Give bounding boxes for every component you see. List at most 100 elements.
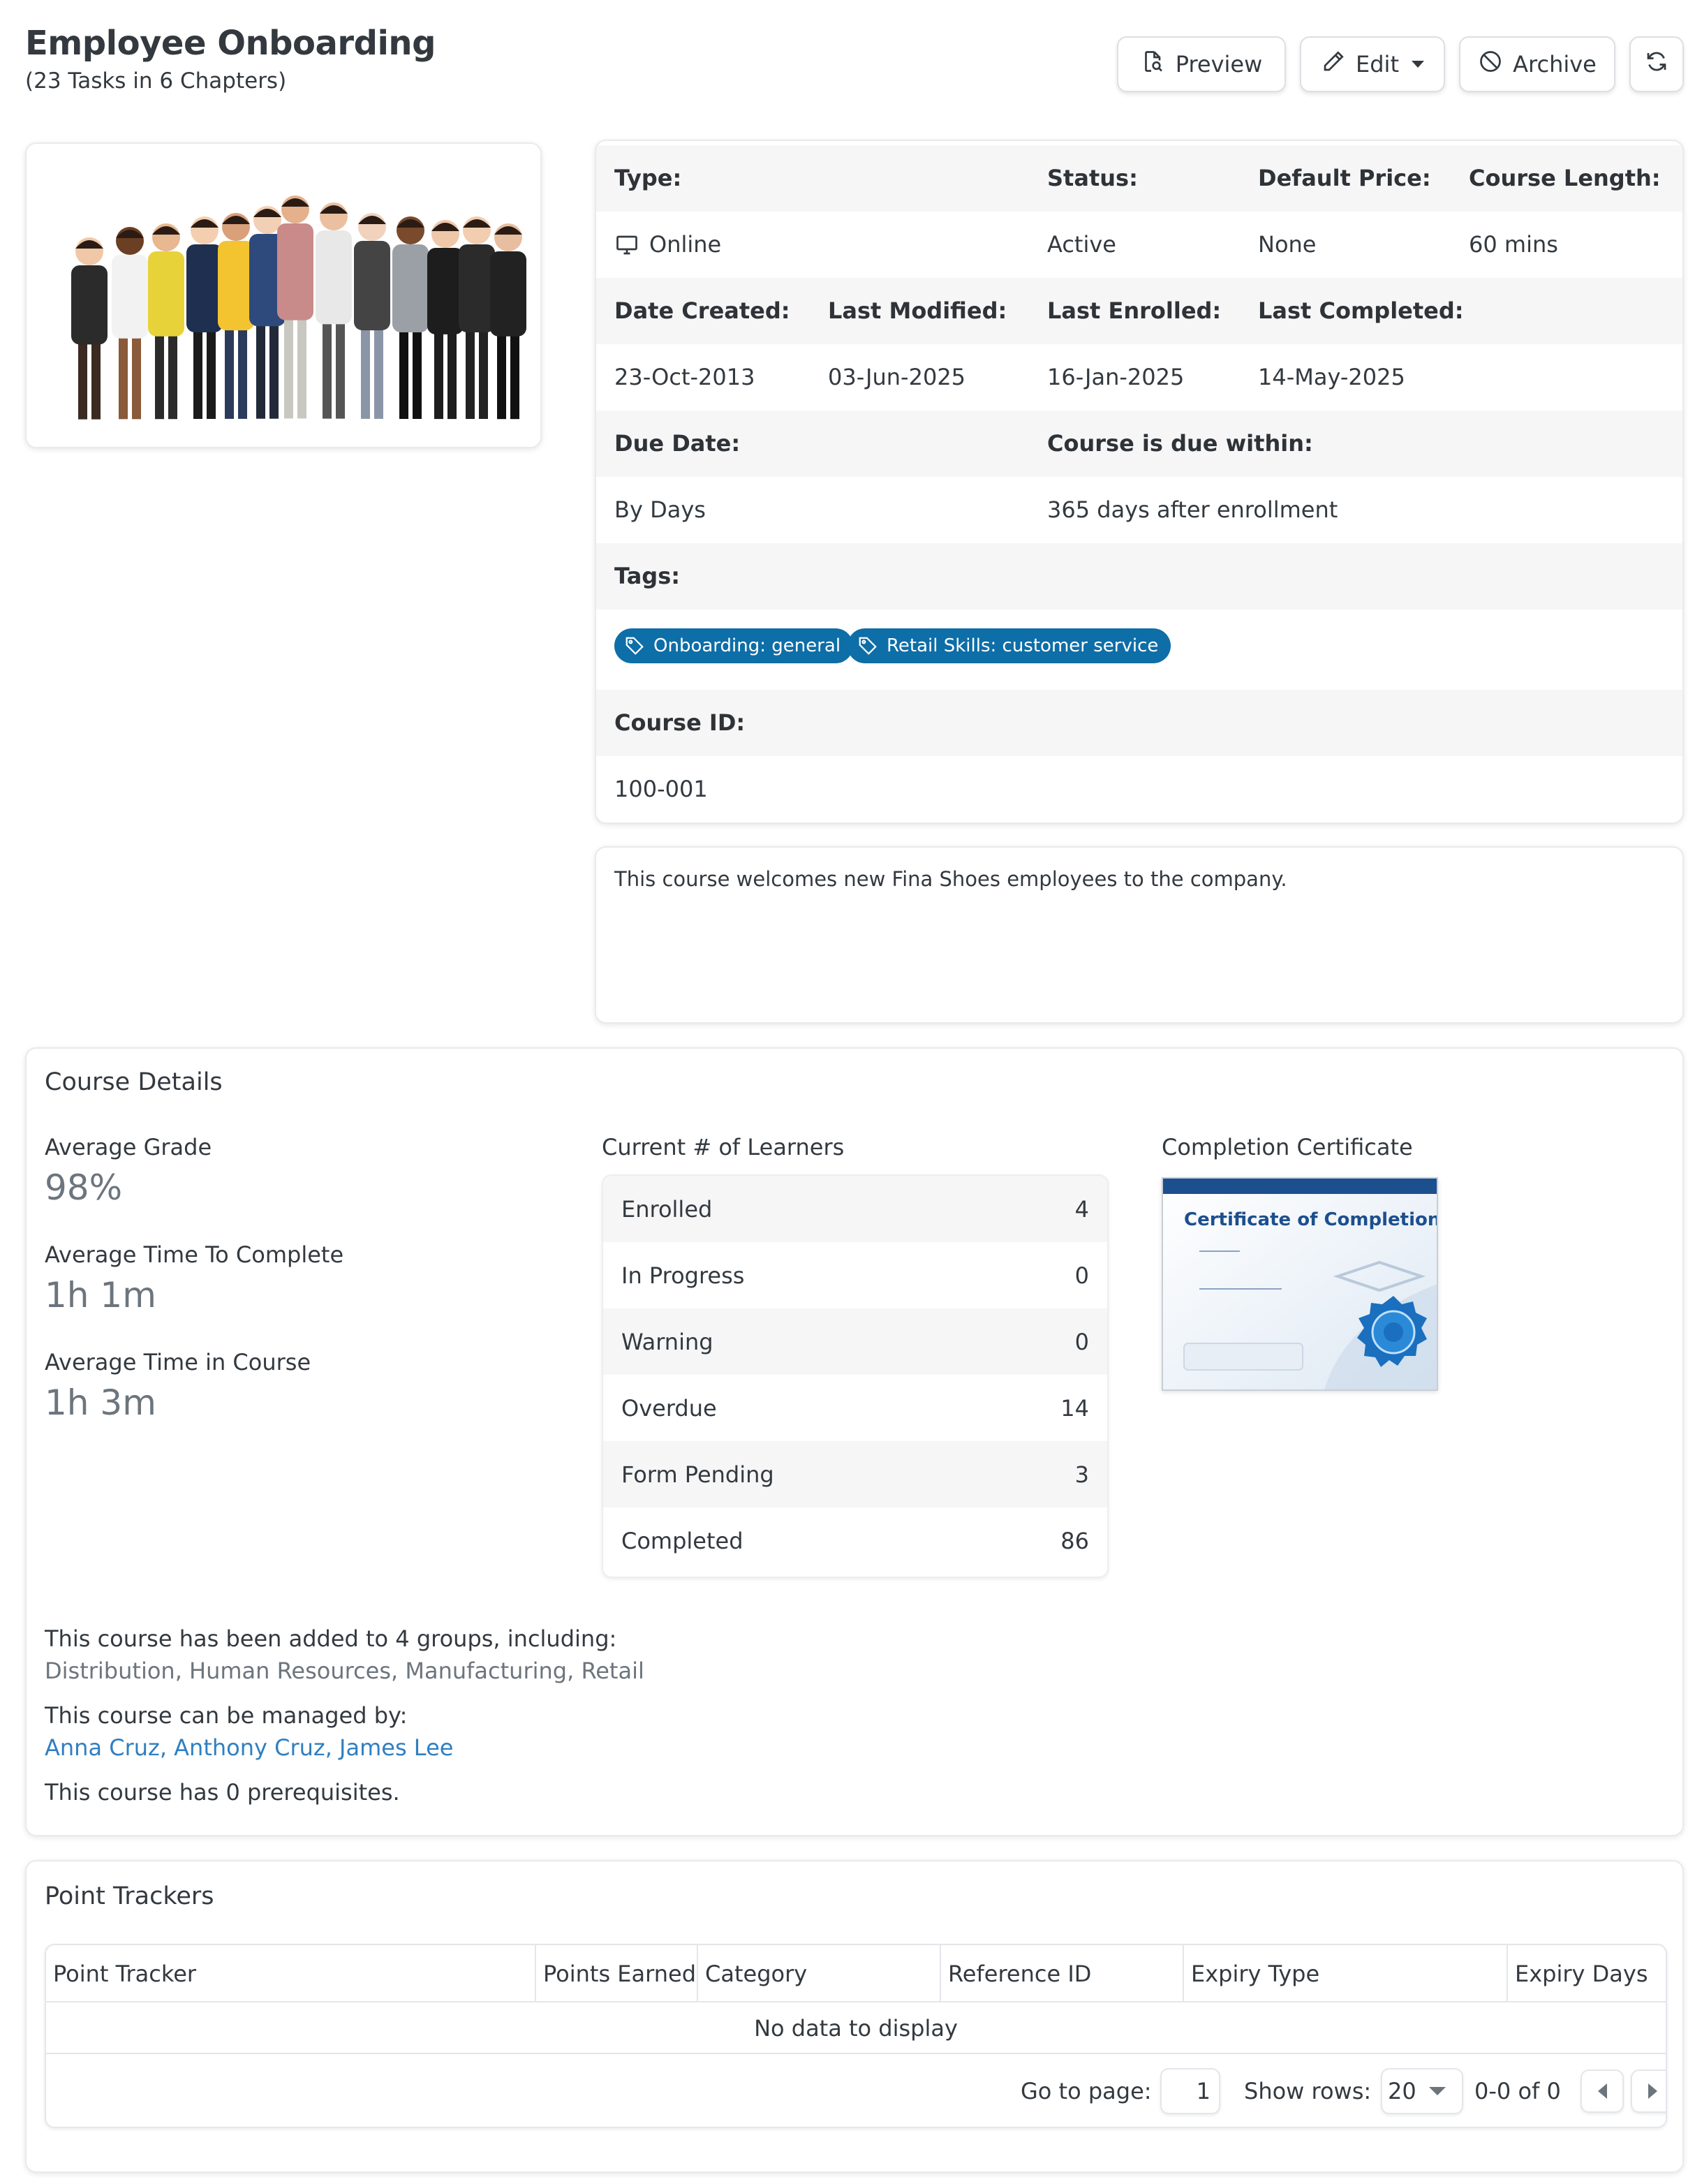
learners-count: 3 [1074, 1461, 1089, 1488]
column-expiry-days[interactable]: Expiry Days [1507, 1945, 1666, 2002]
next-page-button[interactable] [1631, 2069, 1666, 2113]
learners-label: Completed [621, 1527, 743, 1554]
certificate-thumbnail[interactable]: Certificate of Completion [1162, 1177, 1438, 1391]
edit-button[interactable]: Edit [1300, 36, 1445, 92]
info-row-header-1: Type: Status: Default Price: Course Leng… [596, 145, 1682, 212]
course-details-title: Course Details [45, 1068, 223, 1096]
due-value: By Days [614, 496, 706, 523]
refresh-button[interactable] [1629, 36, 1684, 92]
page-title: Employee Onboarding [25, 24, 436, 63]
tag-icon [857, 635, 878, 656]
managers-link[interactable]: Anna Cruz, Anthony Cruz, James Lee [45, 1734, 453, 1761]
modified-value: 03-Jun-2025 [828, 364, 966, 390]
monitor-icon [614, 233, 639, 258]
type-value: Online [614, 212, 721, 278]
learners-row-enrolled[interactable]: Enrolled 4 [603, 1176, 1107, 1242]
type-label: Type: [614, 165, 682, 191]
point-trackers-card: Point Trackers Point Tracker Points Earn… [25, 1860, 1684, 2173]
info-row-values-3: By Days 365 days after enrollment [596, 477, 1682, 543]
info-row-values-1: Online Active None 60 mins [596, 212, 1682, 278]
learners-label: In Progress [621, 1262, 745, 1289]
created-value: 23-Oct-2013 [614, 364, 755, 390]
learners-title: Current # of Learners [602, 1134, 845, 1160]
length-label: Course Length: [1469, 165, 1661, 191]
groups-text: This course has been added to 4 groups, … [45, 1625, 617, 1652]
status-value: Active [1047, 231, 1116, 258]
info-row-header-2: Date Created: Last Modified: Last Enroll… [596, 278, 1682, 344]
managed-text: This course can be managed by: [45, 1702, 408, 1729]
course-image [27, 144, 540, 447]
learners-row-form-pending[interactable]: Form Pending 3 [603, 1441, 1107, 1507]
learners-row-warning[interactable]: Warning 0 [603, 1308, 1107, 1375]
course-image-card [25, 142, 542, 448]
learners-table: Enrolled 4 In Progress 0 Warning 0 Overdue 1… [602, 1174, 1109, 1578]
column-points-earned[interactable]: Points Earned [535, 1945, 697, 2002]
point-trackers-title: Point Trackers [45, 1882, 214, 1910]
empty-table-message: No data to display [46, 2002, 1666, 2054]
avg-time-complete-label: Average Time To Complete [45, 1241, 344, 1268]
enrolled-label: Last Enrolled: [1047, 297, 1222, 324]
learners-count: 0 [1074, 1262, 1089, 1289]
preview-button[interactable]: Preview [1117, 36, 1286, 92]
column-category[interactable]: Category [697, 1945, 940, 2002]
tags-label: Tags: [614, 563, 681, 589]
rows-per-page-value: 20 [1388, 2078, 1416, 2104]
price-value: None [1258, 231, 1317, 258]
avg-time-complete-value: 1h 1m [45, 1275, 156, 1315]
refresh-icon [1644, 49, 1669, 80]
learners-count: 0 [1074, 1328, 1089, 1355]
rows-per-page-select[interactable]: 20 [1381, 2068, 1463, 2114]
tag-retail-skills[interactable]: Retail Skills: customer service [848, 628, 1171, 663]
avg-time-course-value: 1h 3m [45, 1382, 156, 1423]
column-reference-id[interactable]: Reference ID [940, 1945, 1183, 2002]
info-row-course-id: 100-001 [596, 756, 1682, 822]
prev-arrow-icon [1597, 2083, 1607, 2099]
column-expiry-type[interactable]: Expiry Type [1183, 1945, 1507, 2002]
tag-label: Onboarding: general [653, 635, 841, 656]
groups-list: Distribution, Human Resources, Manufactu… [45, 1658, 644, 1684]
learners-label: Warning [621, 1328, 713, 1355]
completed-label: Last Completed: [1258, 297, 1464, 324]
caret-down-icon [1411, 61, 1424, 68]
tag-onboarding-general[interactable]: Onboarding: general [614, 628, 854, 663]
avg-grade-value: 98% [45, 1167, 123, 1208]
next-arrow-icon [1648, 2083, 1657, 2099]
learners-label: Overdue [621, 1394, 717, 1422]
prev-page-button[interactable] [1581, 2069, 1624, 2113]
table-header: Point Tracker Points Earned Category Ref… [46, 1945, 1666, 2002]
status-label: Status: [1047, 165, 1138, 191]
page-number-input[interactable]: 1 [1160, 2068, 1220, 2114]
go-to-page-label: Go to page: [1021, 2078, 1152, 2104]
point-trackers-table: Point Tracker Points Earned Category Ref… [45, 1944, 1667, 2128]
modified-label: Last Modified: [828, 297, 1007, 324]
learners-label: Enrolled [621, 1195, 713, 1223]
due-label: Due Date: [614, 430, 741, 457]
page-range-text: 0-0 of 0 [1474, 2078, 1561, 2104]
price-label: Default Price: [1258, 165, 1431, 191]
show-rows-label: Show rows: [1244, 2078, 1372, 2104]
info-row-course-id-header: Course ID: [596, 690, 1682, 756]
learners-row-in-progress[interactable]: In Progress 0 [603, 1242, 1107, 1308]
prerequisites-text: This course has 0 prerequisites. [45, 1779, 400, 1806]
course-details-card: Course Details Average Grade 98% Average… [25, 1047, 1684, 1836]
avg-time-course-label: Average Time in Course [45, 1349, 311, 1375]
learners-row-overdue[interactable]: Overdue 14 [603, 1375, 1107, 1441]
completed-value: 14-May-2025 [1258, 364, 1405, 390]
info-row-header-3: Due Date: Course is due within: [596, 411, 1682, 477]
column-point-tracker[interactable]: Point Tracker [46, 1945, 535, 2002]
info-row-values-2: 23-Oct-2013 03-Jun-2025 16-Jan-2025 14-M… [596, 344, 1682, 411]
edit-label: Edit [1356, 51, 1399, 78]
learners-count: 86 [1060, 1527, 1089, 1554]
certificate-title: Completion Certificate [1162, 1134, 1413, 1160]
learners-label: Form Pending [621, 1461, 774, 1488]
preview-label: Preview [1175, 51, 1263, 78]
archive-button[interactable]: Archive [1459, 36, 1615, 92]
due-within-label: Course is due within: [1047, 430, 1313, 457]
course-description: This course welcomes new Fina Shoes empl… [614, 867, 1287, 891]
avg-grade-label: Average Grade [45, 1134, 212, 1160]
due-within-value: 365 days after enrollment [1047, 496, 1338, 523]
course-id-value: 100-001 [614, 776, 708, 802]
created-label: Date Created: [614, 297, 790, 324]
learners-row-completed[interactable]: Completed 86 [603, 1507, 1107, 1574]
tag-icon [624, 635, 645, 656]
